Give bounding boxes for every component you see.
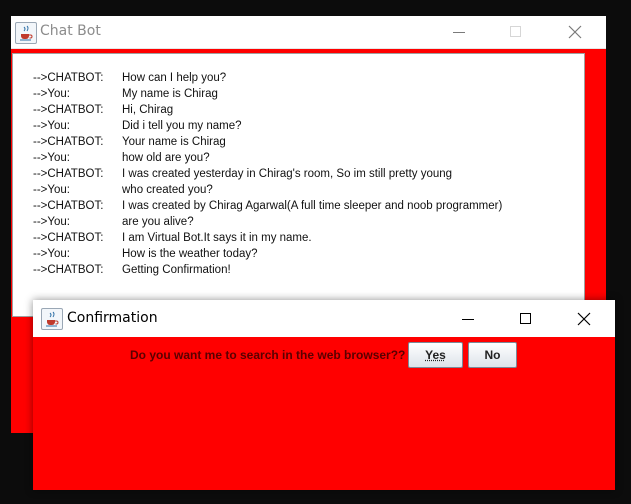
message-sender: -->You: bbox=[33, 152, 70, 164]
close-button[interactable] bbox=[552, 16, 598, 48]
message-text: I was created yesterday in Chirag's room… bbox=[122, 168, 453, 180]
message-text: I was created by Chirag Agarwal(A full t… bbox=[122, 200, 503, 212]
message-text: Did i tell you my name? bbox=[122, 120, 242, 132]
chat-window-title: Chat Bot bbox=[40, 23, 101, 39]
close-icon bbox=[577, 312, 591, 325]
confirmation-title: Confirmation bbox=[67, 310, 158, 326]
message-text: how old are you? bbox=[122, 152, 210, 164]
confirmation-question: Do you want me to search in the web brow… bbox=[130, 348, 406, 362]
minimize-icon bbox=[453, 32, 465, 33]
minimize-icon bbox=[462, 318, 474, 320]
message-text: Getting Confirmation! bbox=[122, 264, 231, 276]
message-sender: -->CHATBOT: bbox=[33, 136, 104, 148]
chat-transcript[interactable]: -->CHATBOT: How can I help you? -->You: My… bbox=[12, 53, 585, 317]
minimize-button[interactable] bbox=[436, 16, 482, 48]
java-coffee-icon bbox=[15, 22, 37, 44]
message-sender: -->You: bbox=[33, 184, 70, 196]
yes-button-label: Yes bbox=[425, 348, 446, 362]
maximize-button[interactable] bbox=[493, 16, 539, 48]
close-button[interactable] bbox=[561, 300, 607, 337]
message-sender: -->CHATBOT: bbox=[33, 72, 104, 84]
chat-window-titlebar[interactable]: Chat Bot bbox=[11, 16, 606, 49]
message-sender: -->CHATBOT: bbox=[33, 264, 104, 276]
message-sender: -->CHATBOT: bbox=[33, 168, 104, 180]
message-text: are you alive? bbox=[122, 216, 194, 228]
message-text: My name is Chirag bbox=[122, 88, 218, 100]
message-sender: -->CHATBOT: bbox=[33, 200, 104, 212]
maximize-button[interactable] bbox=[503, 300, 549, 337]
yes-button[interactable]: Yes bbox=[408, 342, 463, 368]
no-button-label: No bbox=[484, 348, 501, 362]
message-sender: -->You: bbox=[33, 216, 70, 228]
message-text: How can I help you? bbox=[122, 72, 227, 84]
confirmation-body: Do you want me to search in the web brow… bbox=[33, 337, 615, 490]
message-text: How is the weather today? bbox=[122, 248, 258, 260]
maximize-icon bbox=[520, 312, 531, 324]
message-text: Hi, Chirag bbox=[122, 104, 174, 116]
confirmation-dialog: Confirmation Do you want me to search in… bbox=[33, 300, 615, 490]
close-icon bbox=[568, 25, 582, 39]
confirmation-titlebar[interactable]: Confirmation bbox=[33, 300, 615, 337]
message-sender: -->You: bbox=[33, 248, 70, 260]
message-text: who created you? bbox=[122, 184, 213, 196]
maximize-icon bbox=[510, 26, 521, 37]
minimize-button[interactable] bbox=[445, 300, 491, 337]
message-text: Your name is Chirag bbox=[122, 136, 226, 148]
java-coffee-icon bbox=[41, 308, 63, 330]
no-button[interactable]: No bbox=[468, 342, 517, 368]
message-text: I am Virtual Bot.It says it in my name. bbox=[122, 232, 312, 244]
message-sender: -->CHATBOT: bbox=[33, 104, 104, 116]
message-sender: -->You: bbox=[33, 88, 70, 100]
message-sender: -->You: bbox=[33, 120, 70, 132]
message-sender: -->CHATBOT: bbox=[33, 232, 104, 244]
